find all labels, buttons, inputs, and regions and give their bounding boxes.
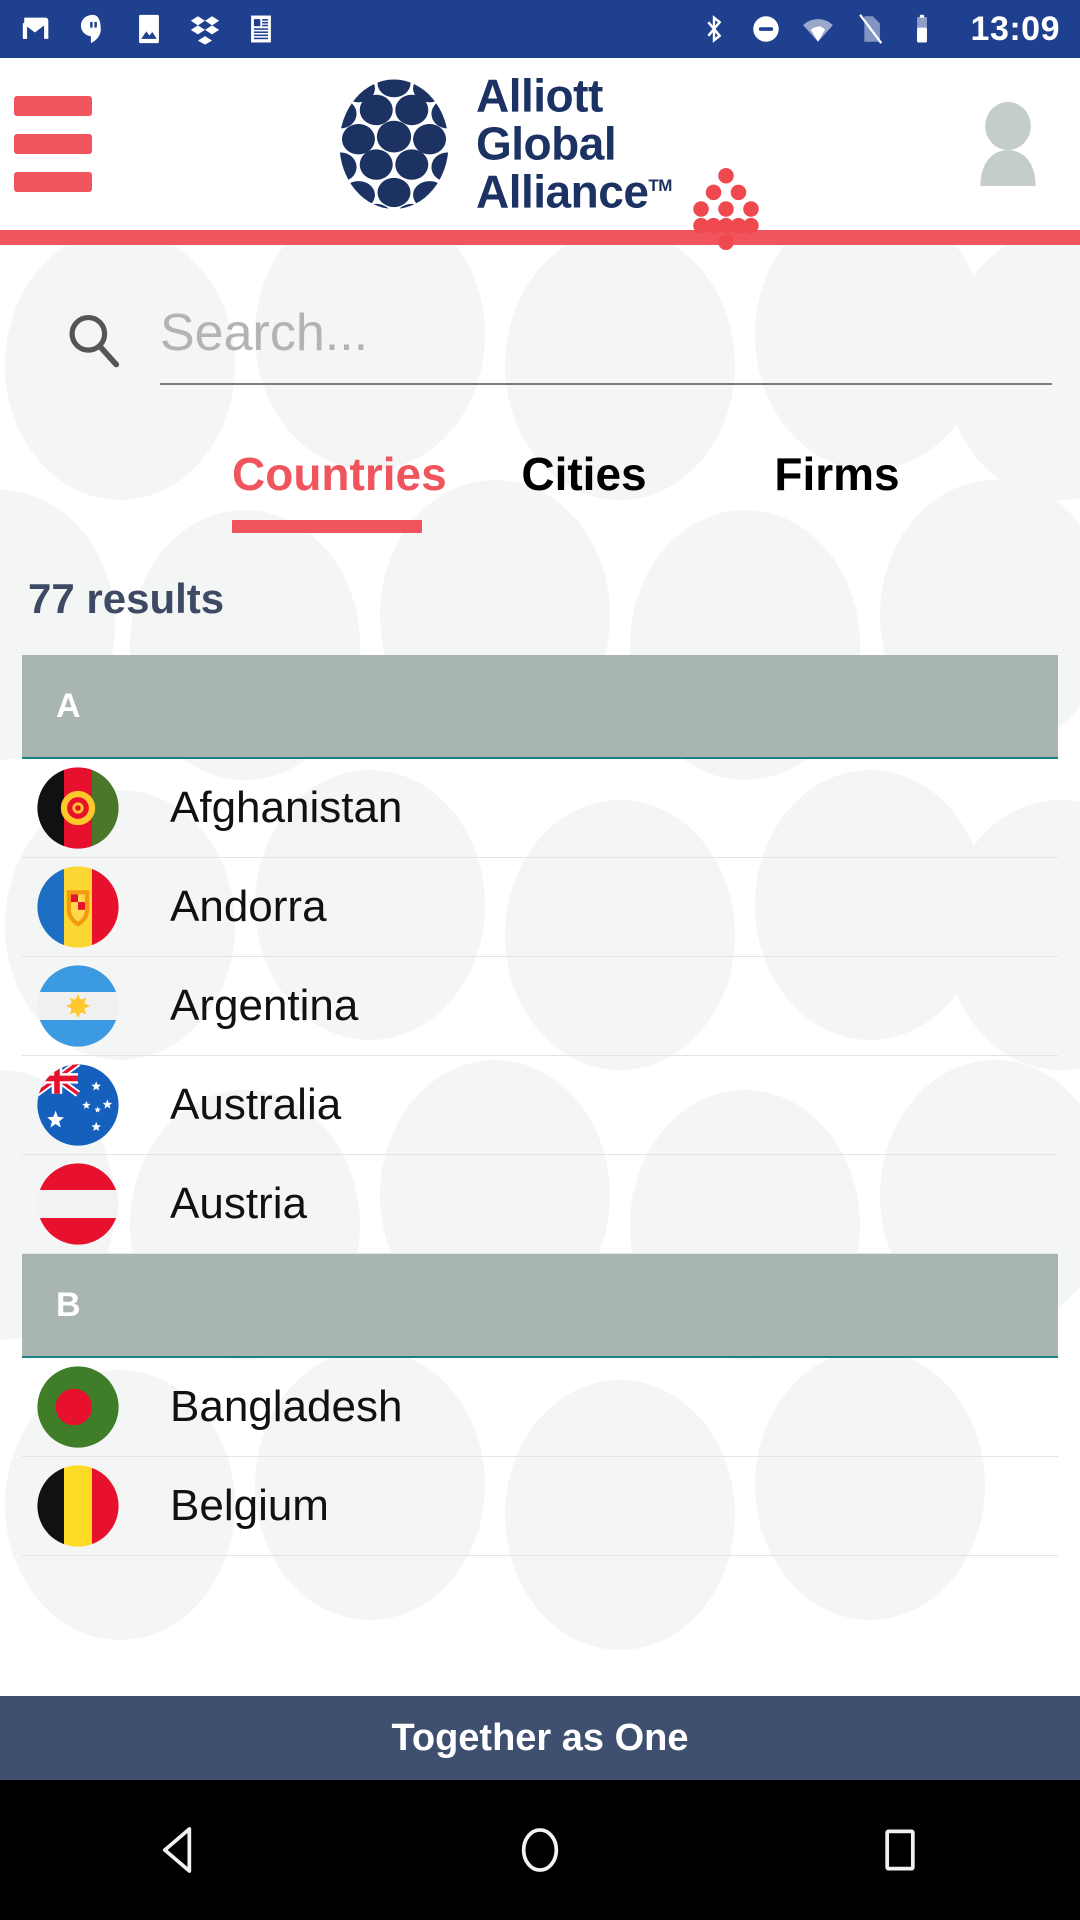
section-header-b: B — [22, 1254, 1058, 1358]
bluetooth-icon — [706, 15, 721, 43]
brand-line-1: Alliott — [476, 69, 603, 122]
country-name: Austria — [170, 1179, 307, 1228]
country-name: Australia — [170, 1080, 342, 1129]
app-header: Alliott Global AllianceTM — [0, 58, 1080, 251]
flag-andorra-icon — [37, 866, 119, 948]
results-count: 77 results — [28, 575, 225, 622]
red-dots-pyramid-logo[interactable] — [684, 166, 768, 252]
gmail-icon — [22, 17, 49, 39]
country-name: Belgium — [170, 1481, 329, 1530]
nav-back-button[interactable] — [120, 1805, 240, 1895]
tab-cities[interactable]: Cities — [484, 447, 684, 521]
list-item[interactable]: Argentina — [22, 957, 1058, 1056]
footer-tagline-bar: Together as One — [0, 1696, 1080, 1780]
country-name: Argentina — [170, 981, 359, 1030]
country-name: Bangladesh — [170, 1382, 403, 1431]
home-circle-icon — [521, 1828, 559, 1872]
nav-recents-button[interactable] — [840, 1805, 960, 1895]
status-bar-clock: 13:09 — [970, 9, 1060, 48]
section-letter: B — [56, 1285, 81, 1324]
section-letter: A — [56, 686, 81, 725]
flag-afghanistan-icon — [37, 767, 119, 849]
country-name: Afghanistan — [170, 783, 403, 832]
list-item[interactable]: Austria — [22, 1155, 1058, 1254]
main-content: Countries Cities Firms 77 results A Afgh… — [0, 245, 1080, 1556]
brand-line-3-text: Alliance — [476, 164, 649, 217]
battery-icon — [916, 14, 927, 43]
android-nav-bar — [0, 1780, 1080, 1920]
wifi-icon — [802, 19, 833, 42]
user-avatar-icon[interactable] — [972, 102, 1044, 186]
status-bar-notification-icons — [20, 12, 278, 46]
nav-home-button[interactable] — [480, 1805, 600, 1895]
no-sim-icon — [858, 14, 882, 44]
flag-argentina-icon — [37, 965, 119, 1047]
hamburger-bar — [14, 134, 92, 154]
list-item[interactable]: Andorra — [22, 858, 1058, 957]
calculator-icon — [251, 15, 271, 43]
footer-tagline: Together as One — [391, 1716, 689, 1759]
do-not-disturb-icon — [752, 16, 779, 42]
flag-austria-icon — [37, 1163, 119, 1245]
back-triangle-icon — [162, 1827, 192, 1873]
tab-countries[interactable]: Countries — [232, 447, 447, 533]
list-item[interactable]: Belgium — [22, 1457, 1058, 1556]
brand-line-3: AllianceTM — [476, 164, 672, 217]
search-input[interactable] — [160, 303, 1052, 363]
status-bar-system-icons: 13:09 — [697, 10, 1060, 49]
header-accent-rule — [0, 230, 1080, 245]
brand-logo[interactable]: Alliott Global AllianceTM — [330, 69, 672, 217]
alliott-globe-icon — [339, 79, 449, 209]
hamburger-menu-icon[interactable] — [14, 96, 92, 192]
photos-icon — [139, 14, 159, 44]
result-type-tabs: Countries Cities Firms — [0, 447, 1080, 533]
search-field-wrapper — [160, 303, 1052, 385]
search-bar[interactable] — [62, 245, 1052, 385]
status-bar: 13:09 — [0, 0, 1080, 58]
flag-australia-icon — [37, 1064, 119, 1146]
section-header-a: A — [22, 655, 1058, 759]
hangouts-icon — [80, 14, 101, 44]
hamburger-bar — [14, 172, 92, 192]
brand-wordmark: Alliott Global AllianceTM — [476, 69, 672, 217]
flag-belgium-icon — [37, 1465, 119, 1547]
hamburger-bar — [14, 96, 92, 116]
brand-line-2: Global — [476, 117, 617, 170]
recents-square-icon — [885, 1829, 915, 1871]
country-list: A Afghanistan Andorra Argentina Australi… — [0, 655, 1080, 1556]
list-item[interactable]: Afghanistan — [22, 759, 1058, 858]
search-icon — [69, 314, 120, 368]
trademark-symbol: TM — [648, 175, 672, 195]
list-item[interactable]: Bangladesh — [22, 1358, 1058, 1457]
country-name: Andorra — [170, 882, 327, 931]
list-item[interactable]: Australia — [22, 1056, 1058, 1155]
dropbox-icon — [190, 16, 220, 45]
flag-bangladesh-icon — [37, 1366, 119, 1448]
tab-firms[interactable]: Firms — [742, 447, 932, 521]
